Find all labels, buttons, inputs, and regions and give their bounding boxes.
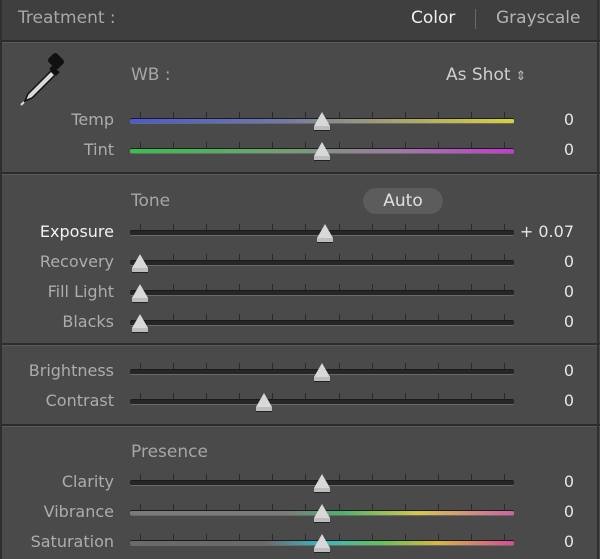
blacks-label: Blacks xyxy=(62,312,114,331)
eyedropper-icon[interactable] xyxy=(16,52,72,108)
blacks-slider-track[interactable] xyxy=(130,320,514,326)
contrast-label: Contrast xyxy=(45,391,114,410)
grayscale-treatment-button[interactable]: Grayscale xyxy=(496,8,580,28)
wb-select-value: As Shot xyxy=(446,65,511,85)
wb-select[interactable]: As Shot ⇕ xyxy=(446,65,526,85)
saturation-slider-thumb[interactable] xyxy=(314,534,330,552)
clarity-label: Clarity xyxy=(61,472,114,491)
presence-title: Presence xyxy=(131,442,208,462)
color-treatment-button[interactable]: Color xyxy=(411,8,455,28)
recovery-slider-thumb[interactable] xyxy=(132,254,148,272)
updown-arrows-icon: ⇕ xyxy=(515,69,527,84)
wb-tone-divider xyxy=(0,172,600,175)
contrast-value[interactable]: 0 xyxy=(564,391,574,410)
recovery-slider-track[interactable] xyxy=(130,260,514,266)
temp-slider-thumb[interactable] xyxy=(314,112,330,130)
fill-light-slider-track[interactable] xyxy=(130,290,514,296)
brightness-slider-thumb[interactable] xyxy=(314,363,330,381)
contrast-slider-thumb[interactable] xyxy=(255,393,272,411)
tint-label: Tint xyxy=(83,140,114,159)
blacks-slider-thumb[interactable] xyxy=(132,314,148,332)
treatment-header: Treatment : Color Grayscale xyxy=(0,0,600,40)
fill-light-slider-thumb[interactable] xyxy=(132,284,148,302)
basic-panel: Treatment : Color Grayscale WB : As Shot… xyxy=(0,0,600,559)
temp-label: Temp xyxy=(71,110,114,129)
temp-value[interactable]: 0 xyxy=(564,110,574,129)
fill-light-value[interactable]: 0 xyxy=(564,282,574,301)
vibrance-label: Vibrance xyxy=(43,502,114,521)
vibrance-value[interactable]: 0 xyxy=(564,502,574,521)
fill-light-label: Fill Light xyxy=(47,282,114,301)
auto-tone-button[interactable]: Auto xyxy=(363,188,443,214)
saturation-value[interactable]: 0 xyxy=(564,532,574,551)
treatment-separator xyxy=(475,9,476,29)
exposure-label: Exposure xyxy=(39,222,114,241)
tone-subdivider xyxy=(0,343,600,346)
tint-slider-thumb[interactable] xyxy=(314,142,330,160)
exposure-value[interactable]: + 0.07 xyxy=(520,222,574,241)
contrast-slider-track[interactable] xyxy=(130,399,514,405)
wb-label: WB : xyxy=(131,65,171,85)
exposure-slider-thumb[interactable] xyxy=(316,224,333,242)
brightness-value[interactable]: 0 xyxy=(564,361,574,380)
panel-left-edge xyxy=(0,0,2,559)
treatment-label: Treatment : xyxy=(18,8,116,28)
clarity-value[interactable]: 0 xyxy=(564,472,574,491)
header-divider xyxy=(0,40,600,43)
recovery-value[interactable]: 0 xyxy=(564,252,574,271)
tint-value[interactable]: 0 xyxy=(564,140,574,159)
blacks-value[interactable]: 0 xyxy=(564,312,574,331)
vibrance-slider-thumb[interactable] xyxy=(314,504,330,522)
clarity-slider-thumb[interactable] xyxy=(314,474,330,492)
brightness-label: Brightness xyxy=(28,361,114,380)
panel-right-edge xyxy=(597,0,599,559)
saturation-label: Saturation xyxy=(30,532,114,551)
tone-presence-divider xyxy=(0,424,600,427)
recovery-label: Recovery xyxy=(39,252,114,271)
tone-title: Tone xyxy=(131,191,171,211)
